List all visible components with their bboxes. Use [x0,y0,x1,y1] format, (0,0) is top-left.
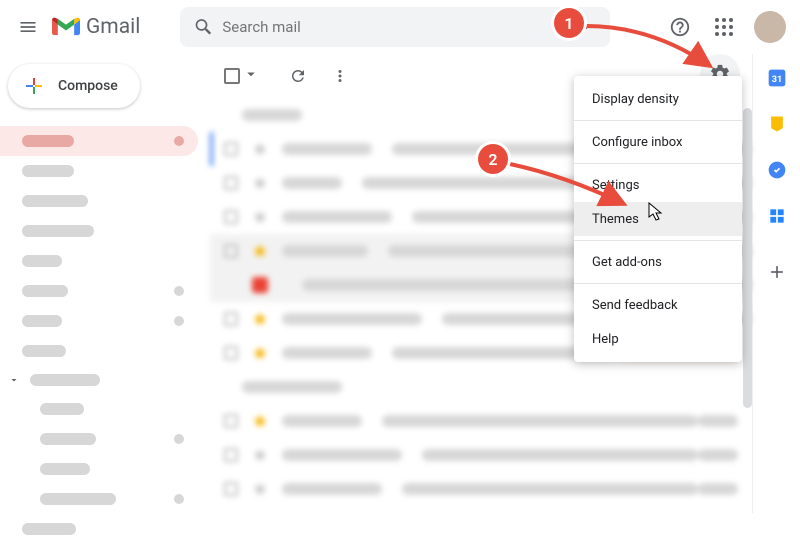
sidebar-item[interactable] [0,186,198,216]
keep-icon[interactable] [767,114,787,134]
more-icon[interactable] [322,58,358,94]
sidebar-item[interactable] [0,514,198,544]
sidebar: Compose [0,54,210,513]
compose-button[interactable]: Compose [8,64,140,108]
select-all-checkbox[interactable] [224,68,240,84]
logo-text: Gmail [86,15,140,39]
sidebar-subitem[interactable] [0,454,198,484]
sidebar-expand-categories[interactable] [0,366,210,394]
calendar-icon[interactable]: 31 [767,68,787,88]
side-panel: 31 [752,54,800,513]
account-avatar[interactable] [754,11,786,43]
mail-row[interactable] [210,472,752,506]
menu-settings[interactable]: Settings [574,168,742,202]
sidebar-subitem[interactable] [0,394,198,424]
vertical-scrollbar[interactable] [743,108,752,408]
menu-send-feedback[interactable]: Send feedback [574,288,742,322]
search-input[interactable] [222,18,568,36]
sidebar-item[interactable] [0,306,198,336]
sidebar-item-inbox[interactable] [0,126,198,156]
menu-help[interactable]: Help [574,322,742,356]
support-icon[interactable] [660,7,700,47]
menu-display-density[interactable]: Display density [574,82,742,116]
search-icon[interactable] [186,9,222,45]
gmail-logo[interactable]: Gmail [52,15,140,39]
tasks-icon[interactable] [767,160,787,180]
mail-row[interactable] [210,438,752,472]
sidebar-subitem[interactable] [0,484,198,514]
menu-configure-inbox[interactable]: Configure inbox [574,125,742,159]
sidebar-item[interactable] [0,276,198,306]
get-addons-plus-icon[interactable] [767,262,787,282]
sidebar-item[interactable] [0,156,198,186]
menu-get-addons[interactable]: Get add-ons [574,245,742,279]
annotation-marker-1: 1 [554,8,584,38]
plus-icon [22,74,46,98]
svg-text:31: 31 [771,75,782,85]
compose-label: Compose [58,78,118,94]
sidebar-item[interactable] [0,246,198,276]
refresh-icon[interactable] [280,58,316,94]
sidebar-item[interactable] [0,336,198,366]
mouse-cursor-icon [648,202,664,222]
addon-icon[interactable] [767,206,787,226]
search-bar[interactable] [180,7,610,47]
select-dropdown-icon[interactable] [242,65,260,87]
main-menu-icon[interactable] [8,7,48,47]
mail-row[interactable] [210,404,752,438]
app-header: Gmail [0,0,800,54]
sidebar-item[interactable] [0,216,198,246]
sidebar-subitem[interactable] [0,424,198,454]
annotation-marker-2: 2 [478,144,508,174]
google-apps-icon[interactable] [704,7,744,47]
